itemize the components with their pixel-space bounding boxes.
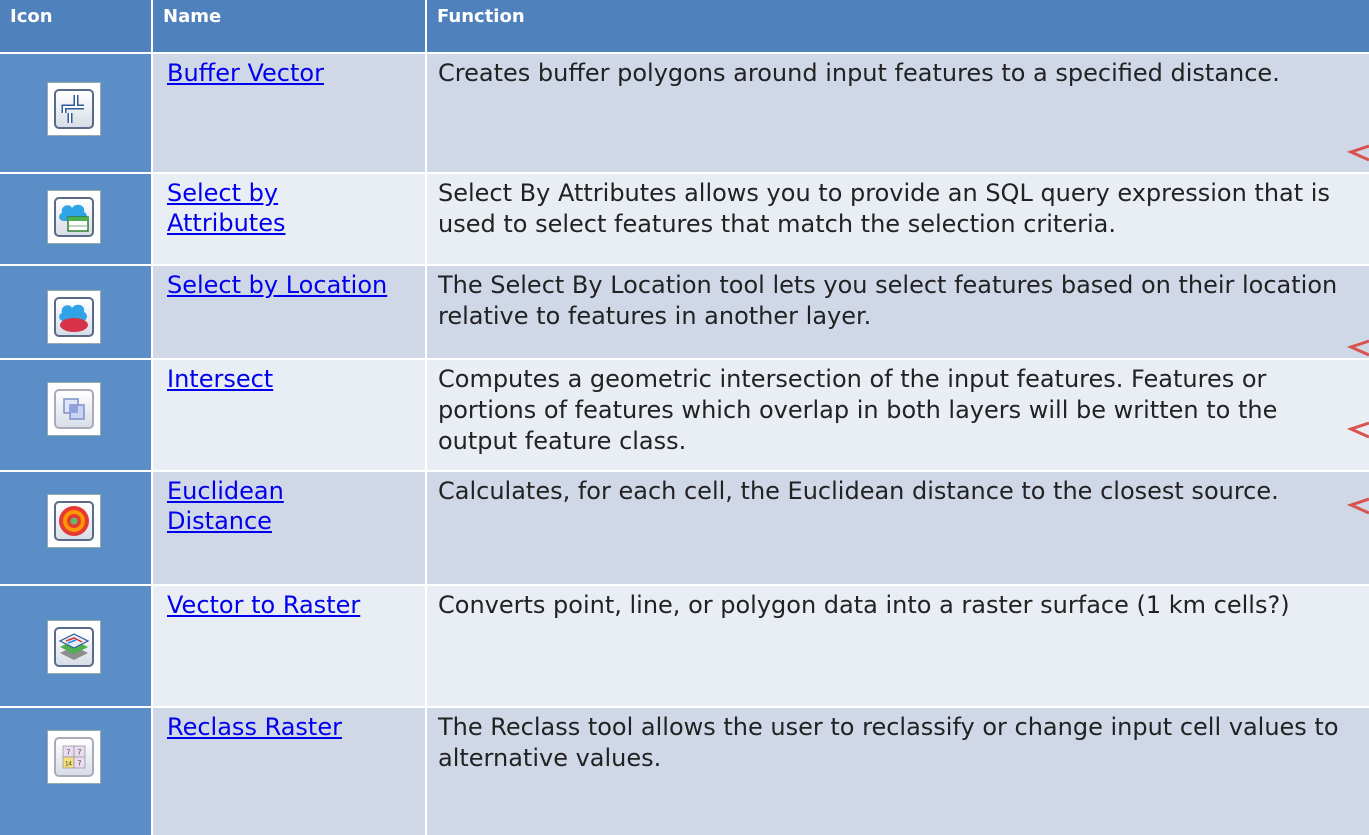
table-row: Intersect Computes a geometric intersect… — [0, 360, 1369, 470]
tool-link-reclass-raster[interactable]: Reclass Raster — [153, 708, 425, 746]
tool-link-vector-to-raster[interactable]: Vector to Raster — [153, 586, 425, 624]
name-cell: Euclidean Distance — [153, 472, 425, 584]
tool-description: The Select By Location tool lets you sel… — [438, 271, 1338, 330]
annotation-arrow-icon — [1347, 421, 1369, 439]
tool-description: Calculates, for each cell, the Euclidean… — [438, 477, 1279, 505]
annotation-arrow-icon — [1347, 144, 1369, 162]
link-line: Select by — [167, 179, 279, 207]
annotation-arrow-icon — [1347, 339, 1369, 357]
icon-cell — [0, 472, 151, 584]
tool-description: Creates buffer polygons around input fea… — [438, 59, 1280, 87]
icon-cell — [0, 266, 151, 358]
tool-link-select-by-attributes[interactable]: Select by Attributes — [153, 174, 425, 242]
vector-to-raster-icon[interactable] — [47, 620, 101, 674]
table-header: Icon Name Function — [0, 0, 1369, 52]
name-cell: Select by Location — [153, 266, 425, 358]
reclass-cell-value: 7 — [78, 761, 82, 768]
link-line: Euclidean — [167, 477, 284, 505]
intersect-icon[interactable] — [47, 382, 101, 436]
reclass-cell-value: 14 — [65, 762, 72, 768]
annotation-arrow-icon — [1347, 497, 1369, 515]
table-row: Select by Attributes Select By Attribute… — [0, 174, 1369, 264]
tool-link-intersect[interactable]: Intersect — [153, 360, 425, 398]
icon-cell — [0, 586, 151, 706]
table-row: Vector to Raster Converts point, line, o… — [0, 586, 1369, 706]
name-cell: Buffer Vector — [153, 54, 425, 172]
header-name: Name — [153, 0, 425, 52]
icon-cell: 7 7 14 7 — [0, 708, 151, 835]
tool-description: Converts point, line, or polygon data in… — [438, 591, 1290, 619]
header-icon: Icon — [0, 0, 151, 52]
select-by-attributes-icon[interactable] — [47, 190, 101, 244]
icon-cell — [0, 174, 151, 264]
reclass-cell-value: 7 — [78, 750, 82, 757]
select-by-location-icon[interactable] — [47, 290, 101, 344]
table-row: Buffer Vector Creates buffer polygons ar… — [0, 54, 1369, 172]
icon-cell — [0, 360, 151, 470]
link-line: Distance — [167, 507, 272, 535]
tool-description: Select By Attributes allows you to provi… — [438, 179, 1330, 238]
function-cell: The Select By Location tool lets you sel… — [427, 266, 1369, 358]
tool-link-euclidean-distance[interactable]: Euclidean Distance — [153, 472, 425, 540]
function-cell: Computes a geometric intersection of the… — [427, 360, 1369, 470]
table-row: 7 7 14 7 Reclass Raster The Reclass tool… — [0, 708, 1369, 835]
tool-link-buffer-vector[interactable]: Buffer Vector — [153, 54, 425, 92]
name-cell: Reclass Raster — [153, 708, 425, 835]
tool-description: Computes a geometric intersection of the… — [438, 365, 1278, 455]
tool-description: The Reclass tool allows the user to recl… — [438, 713, 1339, 772]
header-function: Function — [427, 0, 1369, 52]
function-cell: Calculates, for each cell, the Euclidean… — [427, 472, 1369, 584]
euclidean-distance-icon[interactable] — [47, 494, 101, 548]
name-cell: Vector to Raster — [153, 586, 425, 706]
reclass-cell-value: 7 — [67, 750, 71, 757]
table-row: Select by Location The Select By Locatio… — [0, 266, 1369, 358]
function-cell: Creates buffer polygons around input fea… — [427, 54, 1369, 172]
link-line: Attributes — [167, 209, 286, 237]
function-cell: Select By Attributes allows you to provi… — [427, 174, 1369, 264]
reclass-raster-icon[interactable]: 7 7 14 7 — [47, 730, 101, 784]
name-cell: Select by Attributes — [153, 174, 425, 264]
tool-link-select-by-location[interactable]: Select by Location — [153, 266, 425, 304]
name-cell: Intersect — [153, 360, 425, 470]
function-cell: Converts point, line, or polygon data in… — [427, 586, 1369, 706]
icon-cell — [0, 54, 151, 172]
function-cell: The Reclass tool allows the user to recl… — [427, 708, 1369, 835]
buffer-icon[interactable] — [47, 82, 101, 136]
table-row: Euclidean Distance Calculates, for each … — [0, 472, 1369, 584]
